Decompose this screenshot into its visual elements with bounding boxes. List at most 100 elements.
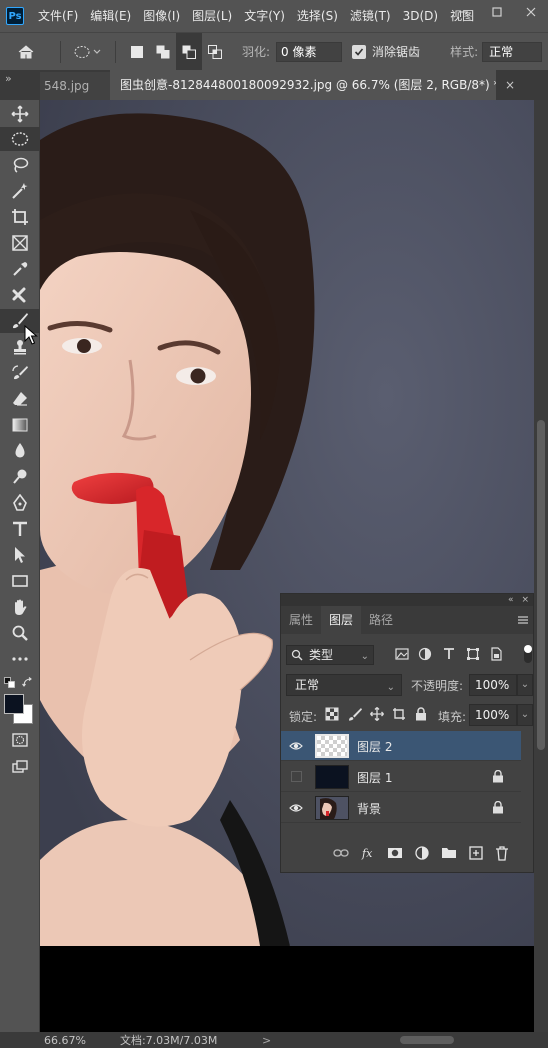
- layer-thumbnail-dark[interactable]: [315, 765, 349, 789]
- add-to-selection-icon[interactable]: [150, 33, 176, 71]
- type-layer-filter-icon[interactable]: [442, 647, 456, 661]
- close-panel-icon[interactable]: ×: [521, 595, 529, 605]
- fill-dropdown-chevron-icon[interactable]: ⌄: [517, 704, 533, 726]
- new-selection-icon[interactable]: [124, 33, 150, 71]
- delete-layer-trash-icon[interactable]: [494, 845, 510, 861]
- frame-icon[interactable]: [0, 231, 40, 255]
- anti-alias-checkbox[interactable]: [352, 44, 367, 59]
- maximize-icon[interactable]: [480, 0, 514, 24]
- tab-active-document[interactable]: 图虫创意-812844800180092932.jpg @ 66.7% (图层 …: [110, 70, 496, 100]
- tab-paths[interactable]: 路径: [361, 606, 401, 634]
- tab-previous-document[interactable]: 548.jpg: [40, 72, 110, 100]
- collapse-panel-icon[interactable]: «: [508, 595, 514, 605]
- tool-preset-picker-icon[interactable]: [69, 33, 107, 71]
- menu-image[interactable]: 图像(I): [137, 0, 186, 32]
- close-window-icon[interactable]: [514, 0, 548, 24]
- more-tools-icon[interactable]: [0, 647, 40, 671]
- menu-type[interactable]: 文字(Y): [238, 0, 291, 32]
- panel-menu-icon[interactable]: [517, 613, 529, 627]
- opacity-input[interactable]: 100%: [469, 674, 517, 696]
- style-select[interactable]: 正常: [482, 41, 543, 62]
- lock-artboard-icon[interactable]: [392, 707, 406, 721]
- blend-mode-value: 正常: [295, 678, 320, 692]
- pen-icon[interactable]: [0, 491, 40, 515]
- swap-colors-icon[interactable]: [22, 677, 34, 689]
- layer-name[interactable]: 图层 2: [357, 738, 392, 755]
- zoom-icon[interactable]: [0, 621, 40, 645]
- default-colors-icon[interactable]: [4, 677, 16, 689]
- menu-select[interactable]: 选择(S): [291, 0, 344, 32]
- foreground-color-swatch[interactable]: [4, 694, 24, 714]
- layer-row-layer-2[interactable]: 图层 2: [281, 731, 521, 761]
- gradient-icon[interactable]: [0, 413, 40, 437]
- screen-mode-icon[interactable]: [0, 755, 40, 779]
- fill-input[interactable]: 100%: [469, 704, 517, 726]
- menu-file[interactable]: 文件(F): [32, 0, 84, 32]
- new-group-folder-icon[interactable]: [441, 845, 457, 861]
- vertical-scrollbar[interactable]: [534, 100, 548, 1032]
- new-layer-icon[interactable]: [468, 845, 484, 861]
- link-layers-icon[interactable]: [333, 845, 349, 861]
- layer-name[interactable]: 图层 1: [357, 769, 392, 786]
- add-layer-mask-icon[interactable]: [387, 845, 403, 861]
- horizontal-scrollbar-thumb[interactable]: [400, 1036, 454, 1044]
- eye-icon[interactable]: [289, 801, 303, 815]
- menu-layer[interactable]: 图层(L): [186, 0, 238, 32]
- menu-filter[interactable]: 滤镜(T): [344, 0, 397, 32]
- vertical-scrollbar-thumb[interactable]: [537, 420, 545, 750]
- home-icon[interactable]: [0, 33, 52, 71]
- zoom-level[interactable]: 66.67%: [44, 1034, 86, 1047]
- elliptical-marquee-icon[interactable]: [0, 127, 40, 151]
- layer-thumbnail-transparent[interactable]: [315, 734, 349, 758]
- lock-position-icon[interactable]: [370, 707, 384, 721]
- rectangle-icon[interactable]: [0, 569, 40, 593]
- lock-transparent-pixels-icon[interactable]: [325, 707, 339, 721]
- layer-row-background[interactable]: 背景: [281, 793, 521, 823]
- eye-icon[interactable]: [289, 739, 303, 753]
- adjustment-layer-filter-icon[interactable]: [418, 647, 432, 661]
- hand-icon[interactable]: [0, 595, 40, 619]
- lock-image-pixels-icon[interactable]: [348, 707, 362, 721]
- blend-mode-select[interactable]: 正常 ⌄: [286, 674, 402, 696]
- menu-3d[interactable]: 3D(D): [397, 0, 444, 32]
- layer-thumbnail-photo[interactable]: [315, 796, 349, 820]
- eyedropper-icon[interactable]: [0, 257, 40, 281]
- layer-style-fx-icon[interactable]: fx: [361, 845, 377, 861]
- lasso-icon[interactable]: [0, 153, 40, 177]
- layer-row-layer-1[interactable]: 图层 1: [281, 762, 521, 792]
- blur-icon[interactable]: [0, 439, 40, 463]
- lock-all-icon[interactable]: [414, 707, 428, 721]
- collapse-toolbar-icon[interactable]: »: [5, 72, 12, 85]
- magic-wand-icon[interactable]: [0, 179, 40, 203]
- feather-input[interactable]: 0 像素: [276, 41, 343, 62]
- layer-name[interactable]: 背景: [357, 800, 381, 817]
- pixel-layer-filter-icon[interactable]: [395, 647, 409, 661]
- new-adjustment-layer-icon[interactable]: [414, 845, 430, 861]
- opacity-dropdown-chevron-icon[interactable]: ⌄: [517, 674, 533, 696]
- healing-brush-icon[interactable]: [0, 283, 40, 307]
- smart-object-filter-icon[interactable]: [489, 647, 503, 661]
- menu-edit[interactable]: 编辑(E): [84, 0, 137, 32]
- minimize-icon[interactable]: [446, 0, 480, 24]
- canvas-area[interactable]: [40, 100, 534, 1032]
- path-selection-icon[interactable]: [0, 543, 40, 567]
- intersect-selection-icon[interactable]: [202, 33, 228, 71]
- type-icon[interactable]: [0, 517, 40, 541]
- close-tab-icon[interactable]: ×: [505, 78, 515, 92]
- crop-icon[interactable]: [0, 205, 40, 229]
- photoshop-logo[interactable]: Ps: [6, 7, 24, 25]
- filter-toggle-switch[interactable]: [524, 645, 532, 663]
- subtract-from-selection-icon[interactable]: [176, 32, 202, 71]
- dodge-icon[interactable]: [0, 465, 40, 489]
- status-menu-arrow[interactable]: >: [262, 1034, 271, 1047]
- visibility-toggle-hidden[interactable]: [291, 771, 302, 782]
- history-brush-icon[interactable]: [0, 361, 40, 385]
- eraser-icon[interactable]: [0, 387, 40, 411]
- move-icon[interactable]: [0, 102, 40, 126]
- tab-layers[interactable]: 图层: [321, 606, 362, 634]
- shape-layer-filter-icon[interactable]: [466, 647, 480, 661]
- quick-mask-icon[interactable]: [0, 728, 40, 752]
- anti-alias-label: 消除锯齿: [372, 45, 421, 59]
- layer-filter-select[interactable]: 类型 ⌄: [286, 645, 374, 665]
- tab-properties[interactable]: 属性: [281, 606, 321, 634]
